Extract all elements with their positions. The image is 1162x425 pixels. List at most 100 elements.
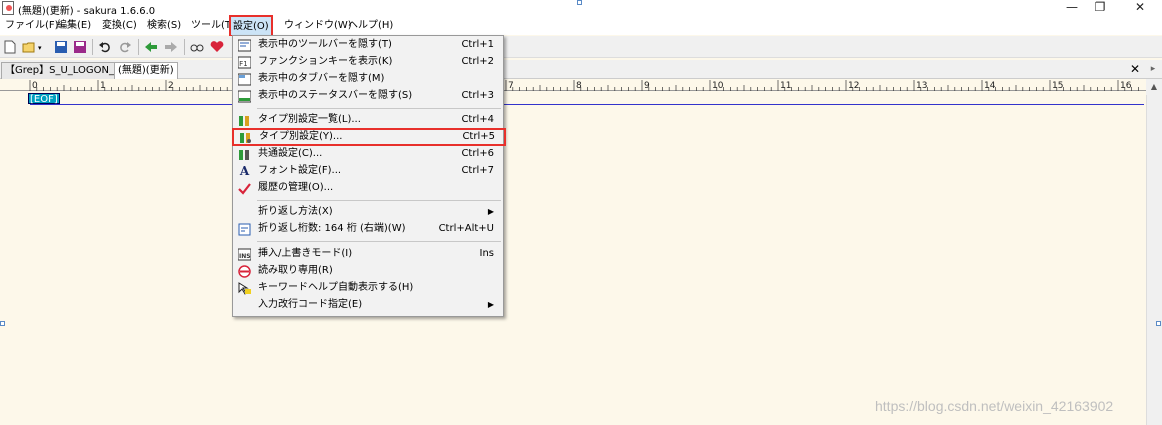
svg-text:F1: F1 (239, 60, 247, 68)
jump-forward-icon[interactable] (164, 40, 178, 54)
tab-bar: 【Grep】S_U_LOGON_FLG (無題)(更新) ✕ ▸ (0, 60, 1162, 79)
menu-show-function-keys[interactable]: F1 ファンクションキーを表示(K) Ctrl+2 (234, 54, 502, 71)
menu-wrap-method[interactable]: 折り返し方法(X) ▶ (234, 204, 502, 221)
sakura-editor-window: (無題)(更新) - sakura 1.6.6.0 — ❐ ✕ ファイル(F) … (0, 0, 1162, 425)
menu-item-label: 表示中のステータスバーを隠す(S) (258, 90, 413, 101)
sakura-app-icon[interactable] (2, 1, 14, 15)
save-icon[interactable] (54, 40, 68, 54)
ruler-number: 14 (984, 81, 996, 91)
menu-type-settings-list[interactable]: タイプ別設定一覧(L)... Ctrl+4 (234, 112, 502, 129)
jump-back-icon[interactable] (144, 40, 158, 54)
menu-item-label: キーワードヘルプ自動表示する(H) (258, 282, 414, 293)
ruler: 012345678910111213141516 (0, 79, 1146, 91)
common-settings-icon (238, 148, 251, 161)
font-icon: A (239, 164, 250, 178)
open-dropdown-icon[interactable]: ▾ (38, 44, 52, 58)
menu-item-label: 表示中のタブバーを隠す(M) (258, 73, 385, 84)
menu-hide-toolbar[interactable]: 表示中のツールバーを隠す(T) Ctrl+1 (234, 37, 502, 54)
window-title: (無題)(更新) - sakura 1.6.6.0 (18, 6, 156, 17)
menu-item-label: 共通設定(C)... (258, 148, 323, 159)
ruler-number: 10 (712, 81, 724, 91)
menu-item-shortcut: Ins (479, 248, 495, 259)
ruler-number: 11 (780, 81, 791, 91)
menu-item-shortcut: Ctrl+Alt+U (438, 223, 494, 234)
menu-common-settings[interactable]: 共通設定(C)... Ctrl+6 (234, 146, 502, 163)
menu-convert[interactable]: 変換(C) (100, 17, 139, 35)
menu-search[interactable]: 検索(S) (145, 17, 183, 35)
close-button[interactable]: ✕ (1125, 0, 1155, 17)
svg-text:INS: INS (239, 253, 251, 260)
tab-close-icon[interactable]: ✕ (1130, 62, 1140, 76)
menu-window[interactable]: ウィンドウ(W) (282, 17, 354, 35)
menu-item-label: ファンクションキーを表示(K) (258, 56, 393, 67)
redo-icon[interactable] (118, 40, 132, 54)
check-icon (238, 182, 251, 195)
menu-bar: ファイル(F) 編集(E) 変換(C) 検索(S) ツール(T) 設定(O) ウ… (0, 15, 1162, 37)
menu-item-shortcut: Ctrl+1 (461, 39, 494, 50)
undo-icon[interactable] (98, 40, 112, 54)
insert-mode-icon: INS (237, 248, 252, 261)
menu-settings[interactable]: 設定(O) (229, 15, 273, 37)
submenu-arrow-icon: ▶ (487, 207, 494, 216)
menu-keyword-help[interactable]: キーワードヘルプ自動表示する(H) (234, 280, 502, 297)
scroll-up-icon[interactable]: ▲ (1146, 79, 1162, 95)
menu-item-shortcut: Ctrl+7 (461, 165, 494, 176)
menu-insert-overwrite[interactable]: INS 挿入/上書きモード(I) Ins (234, 246, 502, 263)
cursor-line (30, 104, 1144, 105)
menu-font-settings[interactable]: A フォント設定(F)... Ctrl+7 (234, 163, 502, 180)
wrap-width-icon (238, 223, 251, 236)
settings-menu: 表示中のツールバーを隠す(T) Ctrl+1 F1 ファンクションキーを表示(K… (232, 35, 506, 317)
find-heart-icon[interactable] (210, 40, 224, 54)
find-icon[interactable] (190, 40, 204, 54)
menu-hide-statusbar[interactable]: 表示中のステータスバーを隠す(S) Ctrl+3 (234, 88, 502, 105)
menu-item-label: タイプ別設定(Y)... (259, 131, 343, 142)
menu-item-shortcut: Ctrl+4 (461, 114, 494, 125)
menu-item-label: 挿入/上書きモード(I) (258, 248, 353, 259)
menu-newline-code[interactable]: 入力改行コード指定(E) ▶ (234, 297, 502, 314)
tab-scroll-right-icon[interactable]: ▸ (1146, 62, 1160, 76)
menu-item-label: 履歴の管理(O)... (258, 182, 334, 193)
menu-wrap-width[interactable]: 折り返し桁数: 164 桁 (右端)(W) Ctrl+Alt+U (234, 221, 502, 238)
ruler-number: 12 (848, 81, 859, 91)
frame-handle-right (1156, 321, 1161, 326)
menu-file[interactable]: ファイル(F) (3, 17, 61, 35)
menu-read-only[interactable]: 読み取り専用(R) (234, 263, 502, 280)
frame-handle-left (0, 321, 5, 326)
menu-item-label: タイプ別設定一覧(L)... (258, 114, 361, 125)
function-key-icon: F1 (237, 56, 252, 69)
eof-marker: [EOF] (28, 93, 60, 105)
ruler-number: 16 (1120, 81, 1132, 91)
statusbar-icon (237, 90, 252, 103)
menu-history-management[interactable]: 履歴の管理(O)... (234, 180, 502, 197)
menu-separator (257, 108, 501, 109)
tab-untitled[interactable]: (無題)(更新) (114, 62, 178, 79)
open-folder-icon[interactable] (22, 40, 36, 54)
ruler-ticks: 012345678910111213141516 (29, 80, 1139, 91)
menu-type-settings[interactable]: タイプ別設定(Y)... Ctrl+5 (232, 128, 506, 146)
menu-item-shortcut: Ctrl+3 (461, 90, 494, 101)
watermark: https://blog.csdn.net/weixin_42163902 (875, 398, 1114, 414)
submenu-arrow-icon: ▶ (487, 300, 494, 309)
toolbar-icon (237, 39, 252, 52)
type-settings-icon (239, 131, 252, 144)
menu-item-label: 折り返し方法(X) (258, 206, 333, 217)
menu-separator (257, 241, 501, 242)
save-as-icon[interactable] (73, 40, 87, 54)
menu-item-shortcut: Ctrl+6 (461, 148, 494, 159)
vertical-scrollbar[interactable] (1146, 79, 1162, 425)
menu-item-shortcut: Ctrl+2 (461, 56, 494, 67)
new-file-icon[interactable] (3, 40, 17, 54)
editor-area[interactable]: [EOF] https://blog.csdn.net/weixin_42163… (0, 92, 1146, 425)
tabbar-icon (237, 73, 252, 86)
toolbar: ▾ (0, 36, 1162, 58)
ruler-number: 13 (916, 81, 927, 91)
ruler-number: 15 (1052, 81, 1063, 91)
menu-help[interactable]: ヘルプ(H) (346, 17, 395, 35)
menu-hide-tabbar[interactable]: 表示中のタブバーを隠す(M) (234, 71, 502, 88)
maximize-button[interactable]: ❐ (1085, 0, 1115, 17)
menu-edit[interactable]: 編集(E) (55, 17, 93, 35)
menu-item-label: フォント設定(F)... (258, 165, 342, 176)
minimize-button[interactable]: — (1057, 0, 1087, 17)
menu-item-shortcut: Ctrl+5 (462, 131, 495, 142)
menu-item-label: 表示中のツールバーを隠す(T) (258, 39, 392, 50)
